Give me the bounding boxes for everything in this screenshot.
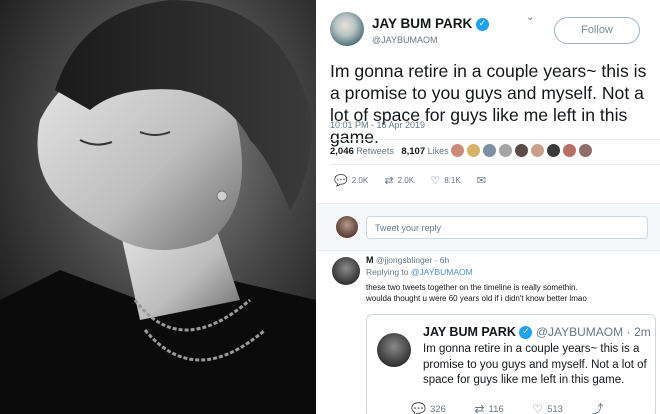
tweet-panel: JAY BUM PARK ✓ @JAYBUMAOM ⌄ Follow Im go… <box>316 0 660 414</box>
retweet-button[interactable]: ⇄ 2.0K <box>384 174 414 187</box>
likes-count[interactable]: 8,107 <box>401 146 425 157</box>
retweet-count: 2.0K <box>397 176 415 185</box>
liker-avatar[interactable] <box>546 143 561 158</box>
mail-icon: ✉ <box>476 174 487 187</box>
quoted-header: JAY BUM PARK ✓ @JAYBUMAOM · 2m <box>423 325 651 340</box>
liker-avatar[interactable] <box>482 143 497 158</box>
liker-avatar[interactable] <box>514 143 529 158</box>
tweet-timestamp[interactable]: 10:01 PM - 16 Apr 2019 <box>330 120 425 130</box>
liker-avatar[interactable] <box>530 143 545 158</box>
reply-author-handle[interactable]: @jjongsblinger <box>376 255 432 265</box>
chevron-down-icon[interactable]: ⌄ <box>526 12 534 23</box>
reply-composer: Tweet your reply <box>316 203 660 251</box>
viewer-avatar <box>336 216 358 238</box>
quoted-like-count: 513 <box>547 404 563 414</box>
author-name[interactable]: JAY BUM PARK <box>372 16 472 31</box>
author-avatar[interactable] <box>330 12 364 46</box>
reply-author-name[interactable]: M <box>366 255 374 265</box>
quoted-reply-button[interactable]: 💬 326 <box>411 402 446 414</box>
replying-to: Replying to @JAYBUMAOM <box>366 267 473 277</box>
reply-header: M @jjongsblinger · 6h <box>366 255 450 265</box>
follow-button[interactable]: Follow <box>554 17 640 44</box>
like-count: 8.1K <box>444 176 461 185</box>
quoted-share-button[interactable]: ⤴ <box>592 400 608 414</box>
reply-input[interactable]: Tweet your reply <box>366 216 648 239</box>
heart-icon: ♡ <box>532 402 544 414</box>
reply-icon: 💬 <box>411 402 426 414</box>
reply-text-line: these two tweets together on the timelin… <box>366 283 578 292</box>
quoted-reply-count: 326 <box>429 404 446 414</box>
quoted-retweet-count: 116 <box>488 404 504 414</box>
quoted-tweet-card[interactable]: JAY BUM PARK ✓ @JAYBUMAOM · 2m Im gonna … <box>366 314 656 414</box>
retweets-count[interactable]: 2,046 <box>330 146 354 157</box>
retweets-label[interactable]: Retweets <box>356 146 394 156</box>
share-icon: ⤴ <box>591 402 604 414</box>
reply-text: these two tweets together on the timelin… <box>366 282 646 304</box>
reply-icon: 💬 <box>334 174 348 187</box>
quoted-author-avatar[interactable] <box>377 333 411 367</box>
verified-badge-icon: ✓ <box>519 326 533 340</box>
liker-avatar[interactable] <box>578 143 593 158</box>
portrait-photo <box>0 0 316 414</box>
liker-avatar[interactable] <box>450 143 465 158</box>
liker-avatar[interactable] <box>466 143 481 158</box>
replying-to-handle[interactable]: @JAYBUMAOM <box>411 267 473 277</box>
quoted-retweet-button[interactable]: ⇄ 116 <box>474 402 503 414</box>
divider <box>330 164 660 165</box>
tweet-actions: 💬 2.0K ⇄ 2.0K ♡ 8.1K ✉ <box>334 174 504 187</box>
author-handle[interactable]: @JAYBUMAOM <box>372 35 437 45</box>
retweet-icon: ⇄ <box>474 402 485 414</box>
verified-badge-icon: ✓ <box>476 17 490 31</box>
liker-avatars <box>450 143 594 163</box>
quoted-like-button[interactable]: ♡ 513 <box>532 402 563 414</box>
quoted-age[interactable]: 2m <box>634 325 651 339</box>
reply-text-line: woulda thought u were 60 years old if i … <box>366 294 587 303</box>
replying-to-prefix: Replying to <box>366 267 409 277</box>
like-button[interactable]: ♡ 8.1K <box>430 174 460 187</box>
likes-label[interactable]: Likes <box>428 146 449 156</box>
reply-count: 2.0K <box>351 176 369 185</box>
heart-icon: ♡ <box>430 174 441 187</box>
retweet-icon: ⇄ <box>384 174 394 187</box>
reply-button[interactable]: 💬 2.0K <box>334 174 368 187</box>
tweet-stats: 2,046 Retweets 8,107 Likes <box>330 146 449 157</box>
reply-age[interactable]: 6h <box>440 255 449 265</box>
liker-avatar[interactable] <box>562 143 577 158</box>
reply-author-avatar[interactable] <box>332 257 360 285</box>
quoted-author-handle[interactable]: @JAYBUMAOM <box>536 325 623 339</box>
quoted-actions: 💬 326 ⇄ 116 ♡ 513 ⤴ <box>411 400 634 414</box>
dm-button[interactable]: ✉ <box>477 174 490 187</box>
reply-tweet[interactable]: M @jjongsblinger · 6h Replying to @JAYBU… <box>316 251 660 414</box>
liker-avatar[interactable] <box>498 143 513 158</box>
tweet-text: Im gonna retire in a couple years~ this … <box>330 61 647 147</box>
quoted-author-name[interactable]: JAY BUM PARK <box>423 325 516 339</box>
divider <box>330 139 660 140</box>
quoted-text: Im gonna retire in a couple years~ this … <box>423 343 647 386</box>
author-name-row[interactable]: JAY BUM PARK ✓ <box>372 16 490 31</box>
